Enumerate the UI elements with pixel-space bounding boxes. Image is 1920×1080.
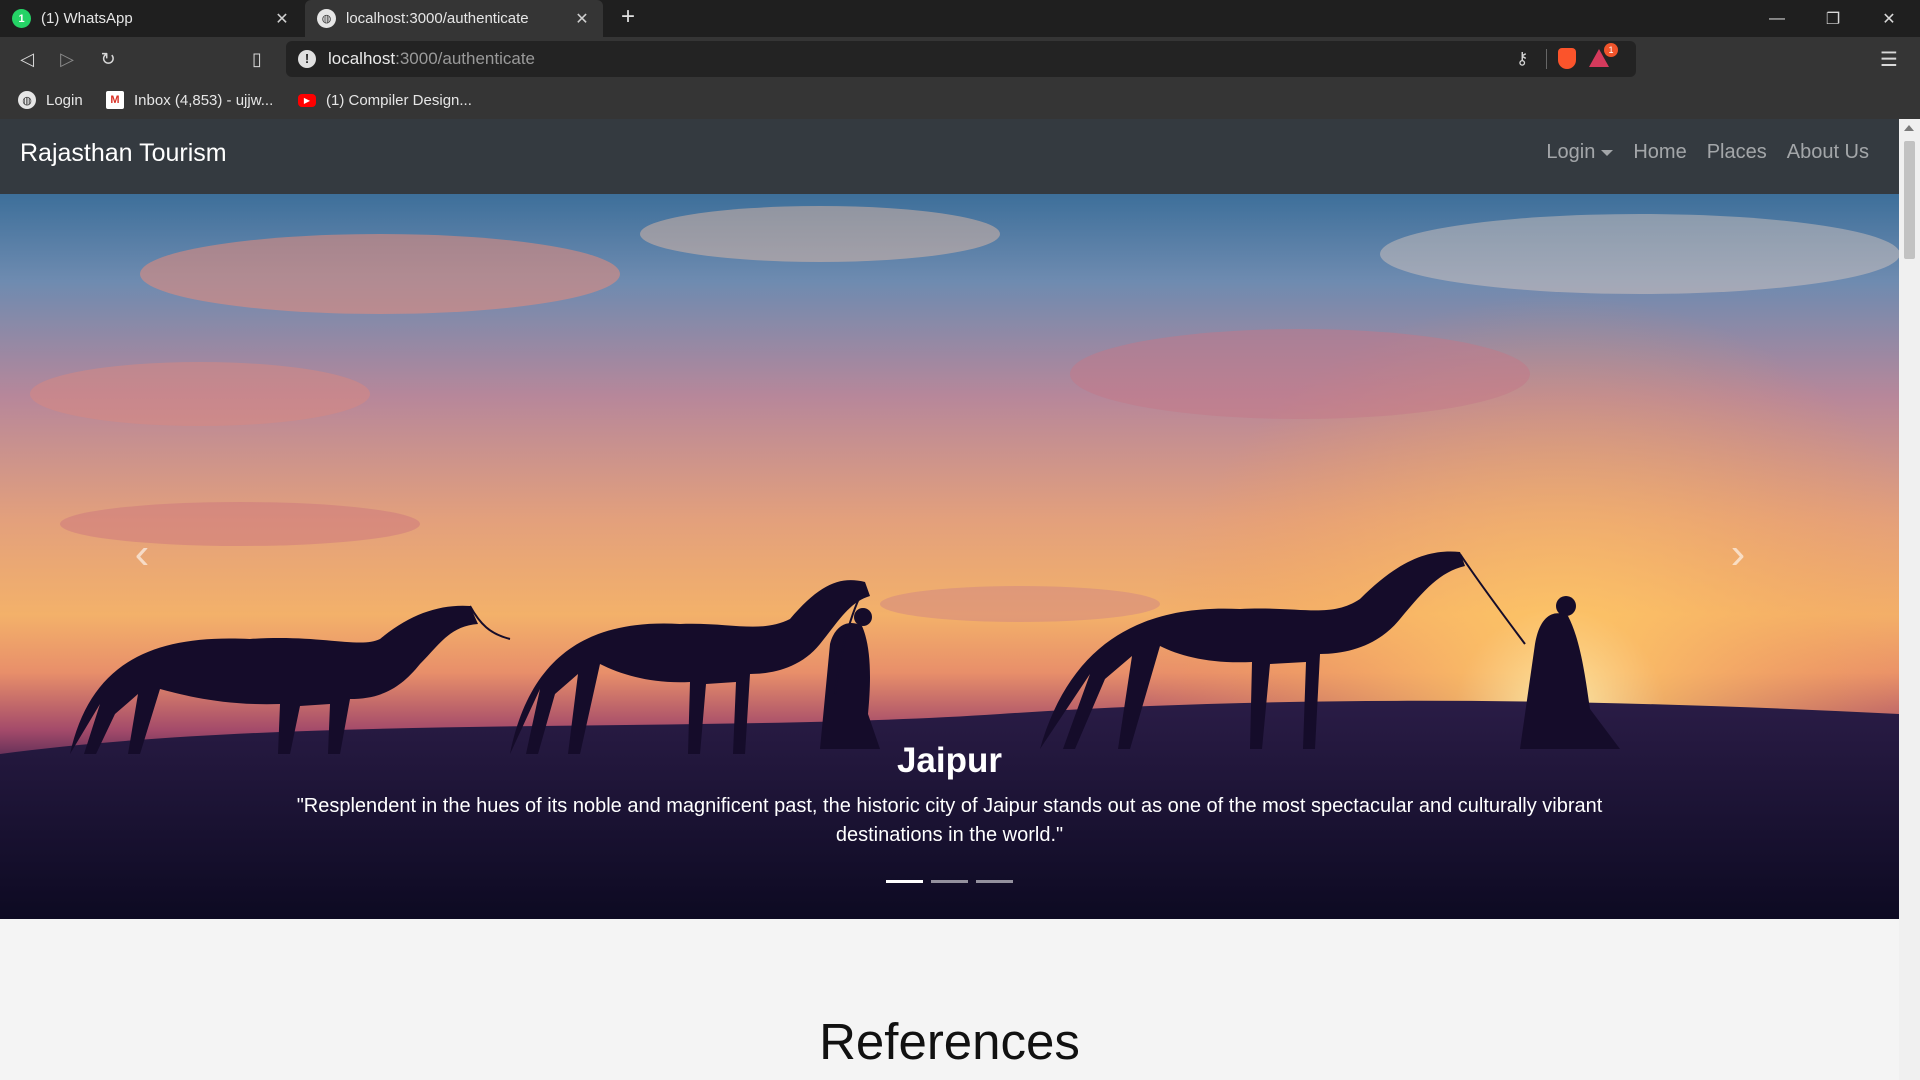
nav-about-us[interactable]: About Us [1787,141,1869,164]
minimize-button[interactable]: — [1749,0,1805,37]
url-host: localhost [328,49,396,68]
bookmark-inbox[interactable]: M Inbox (4,853) - ujjw... [106,90,273,110]
globe-icon: ◍ [317,9,336,28]
close-tab-icon[interactable]: ✕ [273,9,291,29]
brave-shields-icon[interactable] [1558,48,1576,69]
browser-toolbar: ◁ ▷ ↻ ▯ ! localhost:3000/authenticate ⚷ … [0,37,1920,81]
tab-strip: 1 (1) WhatsApp ✕ ◍ localhost:3000/authen… [0,0,1920,37]
rewards-badge: 1 [1604,43,1618,57]
divider [1546,49,1547,69]
bookmark-label: Login [46,91,83,109]
page-scrollbar[interactable] [1899,119,1920,1080]
reload-button[interactable]: ↻ [93,45,123,73]
tab-whatsapp[interactable]: 1 (1) WhatsApp ✕ [0,0,303,37]
key-icon[interactable]: ⚷ [1516,49,1528,69]
bookmark-label: (1) Compiler Design... [326,91,472,109]
new-tab-button[interactable]: + [614,4,642,32]
carousel-prev-icon[interactable]: ‹ [122,532,162,576]
menu-icon[interactable]: ☰ [1880,47,1898,72]
site-brand[interactable]: Rajasthan Tourism [20,139,227,168]
url-text[interactable]: localhost:3000/authenticate [328,49,535,69]
bookmark-label: Inbox (4,853) - ujjw... [134,91,274,109]
info-icon[interactable]: ! [298,50,316,68]
nav-home[interactable]: Home [1633,141,1686,164]
nav-login-label: Login [1546,141,1596,163]
nav-links: Login Home Places About Us [1526,141,1869,164]
site-navbar: Rajasthan Tourism Login Home Places Abou… [0,119,1899,194]
tab-title: localhost:3000/authenticate [346,10,529,27]
bookmark-icon[interactable]: ▯ [242,45,272,73]
carousel-caption-title: Jaipur [896,741,1003,780]
globe-icon: ◍ [18,91,36,109]
bookmark-login[interactable]: ◍ Login [18,90,83,110]
carousel-next-icon[interactable]: › [1718,532,1758,576]
carousel-indicator-2[interactable] [931,880,968,883]
url-path: :3000/authenticate [395,49,536,68]
bookmarks-bar: ◍ Login M Inbox (4,853) - ujjw... ▶ (1) … [0,81,1920,119]
gmail-icon: M [106,91,124,109]
scroll-up-icon[interactable] [1904,125,1914,131]
carousel-caption-text: "Resplendent in the hues of its noble an… [296,795,1603,846]
scroll-thumb[interactable] [1904,141,1915,259]
whatsapp-icon: 1 [12,9,31,28]
close-window-button[interactable]: ✕ [1861,0,1917,37]
nav-login-dropdown[interactable]: Login [1546,141,1614,164]
restore-button[interactable]: ❐ [1805,0,1861,37]
carousel-indicator-3[interactable] [976,880,1013,883]
close-tab-icon[interactable]: ✕ [573,9,591,29]
nav-places[interactable]: Places [1707,141,1767,164]
bookmark-compiler-design[interactable]: ▶ (1) Compiler Design... [298,90,472,110]
back-button[interactable]: ◁ [12,45,42,73]
address-bar[interactable]: ! localhost:3000/authenticate ⚷ 1 [286,41,1636,77]
hero-carousel: ‹ › Jaipur "Resplendent in the hues of i… [0,194,1899,919]
youtube-icon: ▶ [298,93,316,107]
carousel-indicators [0,880,1899,883]
references-heading: References [819,1013,1080,1070]
carousel-indicator-1[interactable] [886,880,923,883]
caret-down-icon [1601,149,1614,156]
page-viewport: Rajasthan Tourism Login Home Places Abou… [0,119,1899,1080]
tab-title: (1) WhatsApp [41,10,133,27]
tab-authenticate[interactable]: ◍ localhost:3000/authenticate ✕ [305,0,603,37]
forward-button[interactable]: ▷ [52,45,82,73]
